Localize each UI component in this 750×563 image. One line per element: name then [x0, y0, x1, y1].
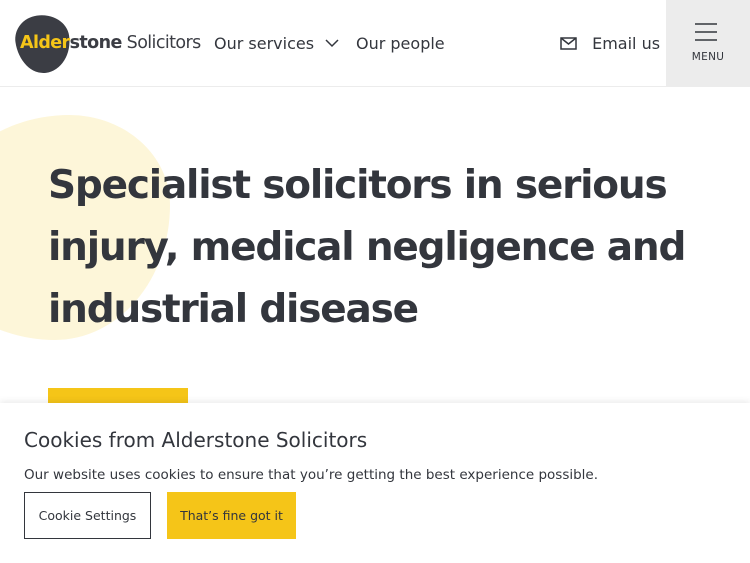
menu-button[interactable]: MENU: [666, 0, 750, 87]
hero-title: Specialist solicitors in serious injury,…: [48, 163, 686, 332]
cookie-banner-text: Our website uses cookies to ensure that …: [24, 467, 599, 483]
email-us-link[interactable]: Email us: [560, 34, 660, 54]
chevron-down-icon: [325, 38, 339, 47]
email-us-label: Email us: [592, 34, 661, 53]
cookie-settings-button[interactable]: Cookie Settings: [24, 492, 151, 539]
menu-label: MENU: [691, 51, 725, 63]
logo-text-alder: Alder: [20, 33, 70, 53]
site-logo[interactable]: Alderstone Solicitors: [12, 11, 201, 77]
hamburger-icon: [695, 23, 717, 41]
nav-our-people[interactable]: Our people: [356, 34, 445, 54]
envelope-icon: [560, 36, 577, 50]
page: Alderstone Solicitors Our services Our p…: [0, 0, 750, 563]
site-header: Alderstone Solicitors Our services Our p…: [0, 0, 750, 87]
logo-text-stone: stone: [69, 33, 123, 53]
logo-wordmark: Alderstone Solicitors: [20, 32, 201, 54]
accept-cookies-button[interactable]: That’s fine got it: [167, 492, 296, 539]
cookie-banner-title: Cookies from Alderstone Solicitors: [24, 428, 368, 452]
nav-our-people-label: Our people: [356, 34, 445, 53]
cookie-banner: Cookies from Alderstone Solicitors Our w…: [0, 403, 750, 563]
nav-our-services-label: Our services: [214, 34, 315, 53]
logo-text-solicitors: Solicitors: [121, 33, 202, 53]
nav-our-services[interactable]: Our services: [214, 34, 339, 54]
